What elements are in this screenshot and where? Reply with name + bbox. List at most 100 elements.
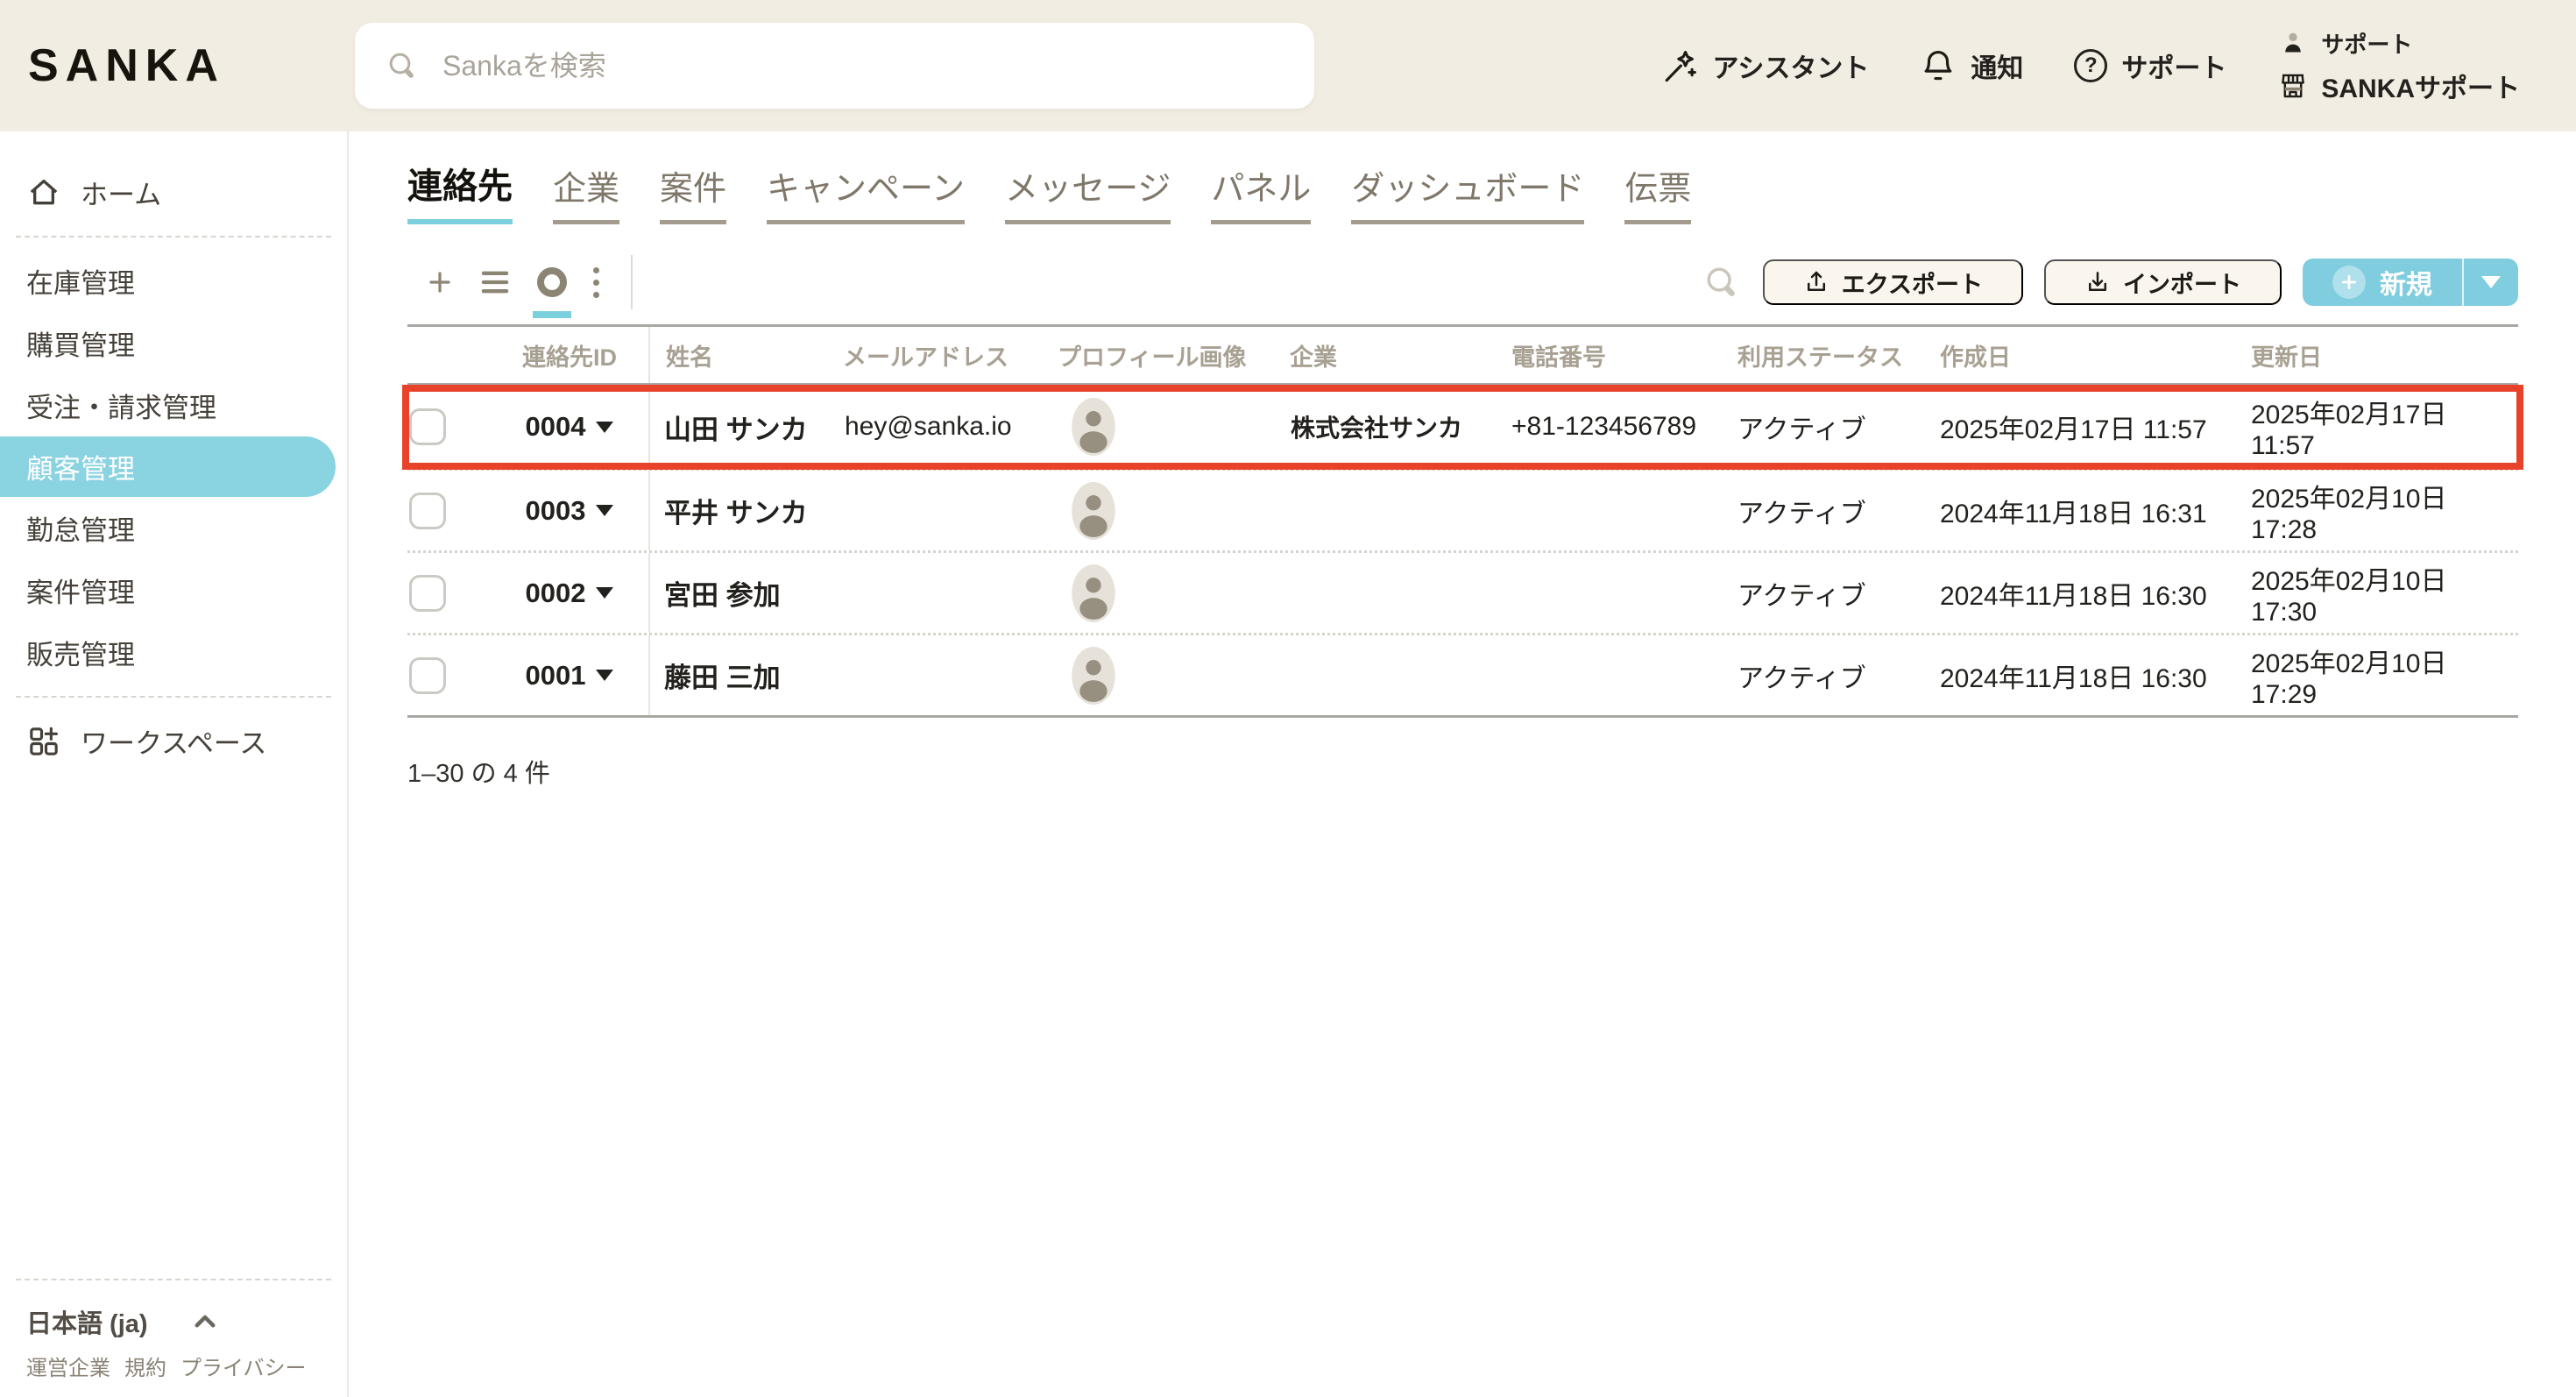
export-button[interactable]: エクスポート <box>1763 259 2023 305</box>
language-selector[interactable]: 日本語 (ja) <box>0 1293 347 1351</box>
tab[interactable]: 連絡先 <box>407 158 513 224</box>
status-cell: アクティブ <box>1735 553 1940 633</box>
pagination-summary: 1–30 の 4 件 <box>407 753 2518 790</box>
phone-cell <box>1507 553 1735 633</box>
footer-link[interactable]: 規約 <box>124 1351 166 1381</box>
circle-view-icon[interactable] <box>537 267 567 297</box>
sidebar-item-label: 在庫管理 <box>26 261 135 301</box>
tab[interactable]: 企業 <box>553 161 619 224</box>
name-cell: 藤田 三加 <box>650 635 824 715</box>
table-row[interactable]: 0001 藤田 三加 <box>407 633 2518 715</box>
account-user-label: サポート <box>2321 27 2412 60</box>
tab[interactable]: ダッシュボード <box>1351 161 1584 224</box>
contact-id: 0002 <box>526 578 586 609</box>
account-user-row: サポート <box>2277 27 2520 60</box>
contact-id-cell[interactable]: 0001 <box>491 635 650 715</box>
account-menu[interactable]: サポート SANKAサポート <box>2277 27 2520 105</box>
contact-id-cell[interactable]: 0003 <box>491 471 650 550</box>
phone-cell <box>1507 635 1735 715</box>
new-button[interactable]: 新規 <box>2303 259 2462 306</box>
column-header[interactable]: プロフィール画像 <box>1047 327 1279 383</box>
sidebar-divider <box>16 236 331 238</box>
checkbox-cell <box>407 635 491 715</box>
sidebar-item-label: 勤怠管理 <box>26 508 135 548</box>
header-actions: アシスタント 通知 ? サポート <box>1662 0 2520 131</box>
assistant-button[interactable]: アシスタント <box>1662 46 1870 85</box>
table-search-icon[interactable] <box>1702 262 1742 302</box>
sidebar-item[interactable]: 案件管理 <box>0 559 347 621</box>
contact-id-cell[interactable]: 0004 <box>491 386 650 468</box>
created-cell: 2024年11月18日 16:30 <box>1940 635 2251 715</box>
footer-links: 運営企業 規約 プライバシー <box>0 1351 347 1381</box>
kebab-icon[interactable] <box>593 267 599 298</box>
question-circle-icon: ? <box>2074 49 2107 82</box>
column-header[interactable]: 姓名 <box>650 327 824 383</box>
footer-link[interactable]: 運営企業 <box>26 1351 110 1381</box>
status-cell: アクティブ <box>1735 386 1940 468</box>
search-input[interactable] <box>442 50 1284 82</box>
column-header[interactable]: 企業 <box>1279 327 1507 383</box>
list-view-icon[interactable] <box>479 268 511 296</box>
sidebar-divider <box>16 696 331 698</box>
checkbox-cell <box>407 553 491 633</box>
tab[interactable]: 伝票 <box>1624 161 1691 224</box>
support-button[interactable]: ? サポート <box>2074 46 2226 85</box>
column-header[interactable]: 利用ステータス <box>1735 327 1940 383</box>
table-row[interactable]: 0003 平井 サンカ <box>407 468 2518 550</box>
contact-id-cell[interactable]: 0002 <box>491 553 650 633</box>
row-caret-icon[interactable] <box>596 505 613 516</box>
sidebar-item[interactable]: 在庫管理 <box>0 250 347 312</box>
row-checkbox[interactable] <box>409 408 446 445</box>
phone-cell <box>1507 471 1735 550</box>
sidebar-item-label: 案件管理 <box>26 571 135 610</box>
footer-link[interactable]: プライバシー <box>180 1351 307 1381</box>
row-caret-icon[interactable] <box>596 670 613 681</box>
global-search[interactable] <box>355 23 1314 109</box>
updated-cell: 2025年02月10日 17:28 <box>2251 471 2516 550</box>
column-header[interactable]: 連絡先ID <box>491 327 650 383</box>
row-checkbox[interactable] <box>409 657 446 694</box>
plus-circle-icon <box>2332 266 2366 299</box>
add-icon[interactable] <box>427 269 453 295</box>
column-header[interactable]: 作成日 <box>1940 327 2251 383</box>
contact-id: 0001 <box>526 660 586 691</box>
email-cell: hey@sanka.io <box>824 386 1047 468</box>
import-button[interactable]: インポート <box>2044 259 2282 305</box>
sidebar-item-home[interactable]: ホーム <box>0 161 347 223</box>
row-checkbox[interactable] <box>409 575 446 612</box>
sidebar-item[interactable]: 受注・請求管理 <box>0 374 347 436</box>
new-dropdown-button[interactable] <box>2462 259 2518 306</box>
tab[interactable]: 案件 <box>660 161 726 224</box>
avatar-cell <box>1047 553 1279 633</box>
row-caret-icon[interactable] <box>596 587 613 599</box>
avatar-cell <box>1047 386 1279 468</box>
sidebar-item[interactable]: 販売管理 <box>0 621 347 684</box>
caret-down-icon <box>2481 276 2501 288</box>
sidebar-item[interactable]: 勤怠管理 <box>0 497 347 559</box>
module-tabs: 連絡先 企業 案件 キャンペーン メッセージ パネル ダッシュボード 伝票 <box>407 158 2518 224</box>
notifications-button[interactable]: 通知 <box>1920 46 2023 85</box>
tab[interactable]: メッセージ <box>1005 161 1171 224</box>
table-header-row: 連絡先ID 姓名 メールアドレス プロフィール画像 企業 電話番号 利用ステータ… <box>407 324 2518 386</box>
updated-cell: 2025年02月17日 11:57 <box>2251 386 2516 468</box>
tab[interactable]: パネル <box>1211 161 1311 224</box>
column-header[interactable]: 電話番号 <box>1507 327 1735 383</box>
column-header[interactable]: 更新日 <box>2251 327 2516 383</box>
brand-logo: SANKA <box>28 39 225 92</box>
column-header[interactable]: メールアドレス <box>824 327 1047 383</box>
tab[interactable]: キャンペーン <box>767 161 965 224</box>
updated-cell: 2025年02月10日 17:29 <box>2251 635 2516 715</box>
row-caret-icon[interactable] <box>596 422 613 433</box>
email-cell <box>824 553 1047 633</box>
sidebar-item[interactable]: 顧客管理 <box>0 436 336 497</box>
action-tools: エクスポート インポート <box>1702 259 2518 306</box>
table-row[interactable]: 0002 宮田 参加 <box>407 550 2518 633</box>
row-checkbox[interactable] <box>409 493 446 529</box>
column-header-checkbox <box>407 327 491 383</box>
sidebar-item-workspace[interactable]: ワークスペース <box>0 710 347 772</box>
sidebar-item-label: 販売管理 <box>26 633 135 672</box>
storefront-icon <box>2277 71 2309 101</box>
sidebar: ホーム 在庫管理 購買管理 受注・請求管理 顧客管理 勤怠管理 案 <box>0 131 349 1397</box>
sidebar-item[interactable]: 購買管理 <box>0 312 347 374</box>
table-row[interactable]: 0004 山田 サンカ hey@sanka.io 株式会社 <box>407 386 2518 468</box>
